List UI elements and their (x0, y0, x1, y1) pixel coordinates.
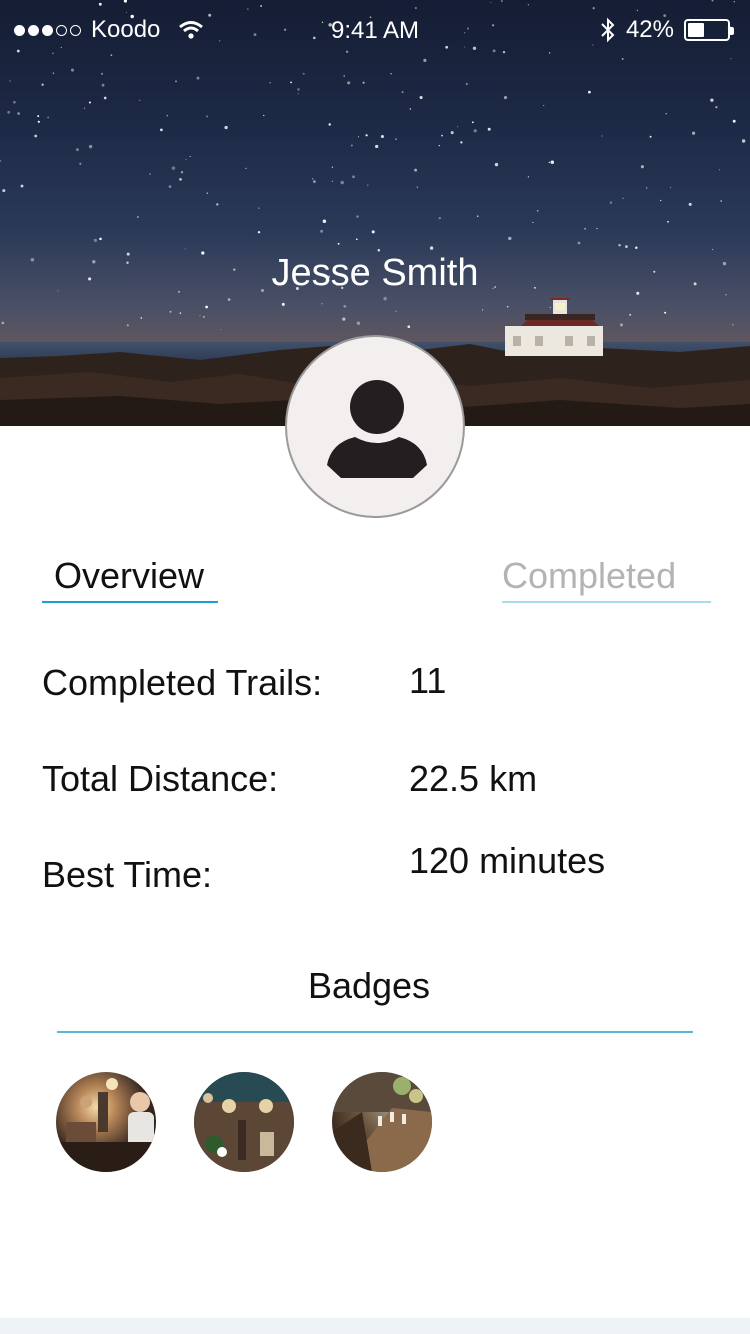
best-time-value: 120 minutes (409, 840, 606, 881)
avatar[interactable] (285, 335, 465, 518)
badge-3[interactable] (332, 1072, 432, 1172)
best-time-label: Best Time: (42, 854, 213, 895)
profile-name: Jesse Smith (271, 252, 479, 294)
badges-divider (57, 1031, 693, 1033)
battery-icon (684, 19, 734, 41)
status-bar: Koodo 9:41 AM 42% (0, 0, 750, 60)
user-silhouette-icon (327, 380, 427, 478)
badge-3-image (332, 1072, 432, 1172)
badge-2-image (194, 1072, 294, 1172)
battery-percent: 42% (625, 16, 674, 43)
bluetooth-icon (601, 17, 615, 43)
lighthouse-building (505, 298, 603, 356)
badges-title: Badges (307, 965, 431, 1006)
badge-2[interactable] (194, 1072, 294, 1172)
completed-trails-value: 11 (409, 660, 447, 701)
tab-overview[interactable]: Overview (42, 555, 218, 603)
total-distance-label: Total Distance: (42, 758, 279, 799)
badge-1[interactable] (56, 1072, 156, 1172)
completed-trails-label: Completed Trails: (42, 662, 323, 703)
total-distance-value: 22.5 km (409, 758, 538, 799)
bottom-edge (0, 1318, 750, 1334)
badge-1-image (56, 1078, 156, 1172)
tab-completed[interactable]: Completed (502, 555, 711, 603)
